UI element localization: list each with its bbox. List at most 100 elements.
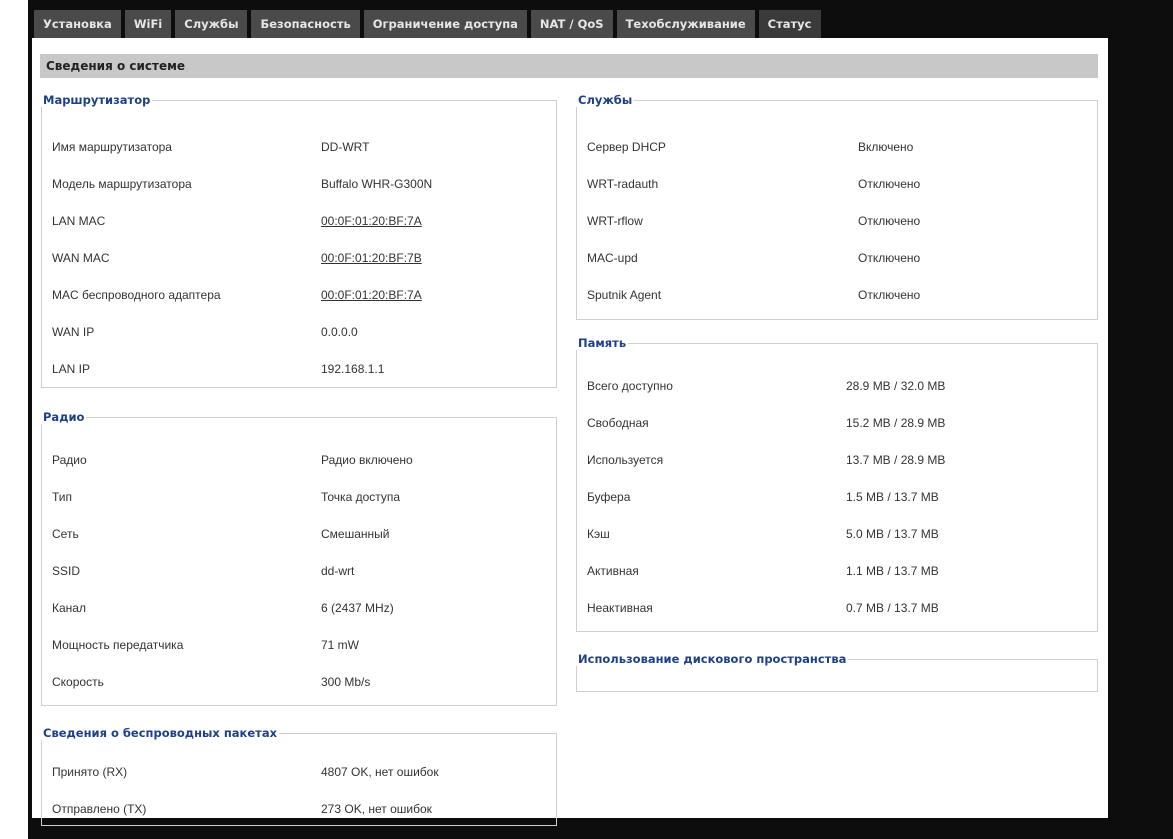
network-mode-value: Смешанный: [321, 527, 390, 541]
wrt-rflow-row: WRT-rflow Отключено: [587, 211, 1091, 231]
mem-total-label: Всего доступно: [587, 379, 673, 393]
network-mode-label: Сеть: [52, 527, 79, 541]
lan-ip-value: 192.168.1.1: [321, 362, 385, 376]
wan-mac-link[interactable]: 00:0F:01:20:BF:7B: [321, 248, 422, 268]
wrt-radauth-status: Отключено: [858, 177, 921, 191]
mem-total-row: Всего доступно 28.9 MB / 32.0 MB: [587, 376, 1091, 396]
radio-type-row: Тип Точка доступа: [52, 487, 550, 507]
mem-cache-value: 5.0 MB / 13.7 MB: [846, 527, 939, 541]
mem-inactive-value: 0.7 MB / 13.7 MB: [846, 601, 939, 615]
mem-used-value: 13.7 MB / 28.9 MB: [846, 453, 946, 467]
mac-upd-label: MAC-upd: [587, 251, 638, 265]
channel-row: Канал 6 (2437 MHz): [52, 598, 550, 618]
tx-row: Отправлено (TX) 273 OK, нет ошибок: [52, 799, 550, 819]
mem-free-row: Свободная 15.2 MB / 28.9 MB: [587, 413, 1091, 433]
router-section: Маршрутизатор Имя маршрутизатора DD-WRT …: [41, 93, 557, 388]
rate-label: Скорость: [52, 675, 104, 689]
mac-upd-status: Отключено: [858, 251, 921, 265]
memory-section: Память Всего доступно 28.9 MB / 32.0 MB …: [576, 336, 1098, 632]
lan-ip-row: LAN IP 192.168.1.1: [52, 359, 550, 379]
radio-section: Радио Радио Радио включено Тип Точка дос…: [41, 410, 557, 706]
mem-buffers-label: Буфера: [587, 490, 631, 504]
router-name-value: DD-WRT: [321, 140, 370, 154]
mem-free-value: 15.2 MB / 28.9 MB: [846, 416, 946, 430]
mem-total-value: 28.9 MB / 32.0 MB: [846, 379, 946, 393]
mac-upd-row: MAC-upd Отключено: [587, 248, 1091, 268]
router-model-row: Модель маршрутизатора Buffalo WHR-G300N: [52, 174, 550, 194]
screen-edge-right: [1110, 0, 1173, 839]
radio-state-row: Радио Радио включено: [52, 450, 550, 470]
radio-section-title: Радио: [43, 410, 85, 424]
lan-mac-label: LAN MAC: [52, 214, 106, 228]
mem-cache-label: Кэш: [587, 527, 610, 541]
services-section-title: Службы: [578, 93, 633, 107]
channel-value: 6 (2437 MHz): [321, 601, 394, 615]
rx-value: 4807 OK, нет ошибок: [321, 765, 439, 779]
tab-setup[interactable]: Установка: [34, 10, 121, 38]
tab-status[interactable]: Статус: [758, 10, 821, 38]
mem-used-label: Используется: [587, 453, 664, 467]
wrt-radauth-label: WRT-radauth: [587, 177, 659, 191]
tab-wifi[interactable]: WiFi: [124, 10, 172, 38]
dhcp-server-label: Сервер DHCP: [587, 140, 666, 154]
router-model-value: Buffalo WHR-G300N: [321, 177, 433, 191]
wireless-mac-label: MAC беспроводного адаптера: [52, 288, 221, 302]
lan-mac-link[interactable]: 00:0F:01:20:BF:7A: [321, 211, 422, 231]
ssid-label: SSID: [52, 564, 81, 578]
sputnik-agent-row: Sputnik Agent Отключено: [587, 285, 1091, 305]
disk-usage-section-title: Использование дискового пространства: [578, 652, 847, 666]
wireless-mac-link[interactable]: 00:0F:01:20:BF:7A: [321, 285, 422, 305]
mem-inactive-label: Неактивная: [587, 601, 653, 615]
mem-buffers-row: Буфера 1.5 MB / 13.7 MB: [587, 487, 1091, 507]
mem-cache-row: Кэш 5.0 MB / 13.7 MB: [587, 524, 1091, 544]
radio-state-label: Радио: [52, 453, 87, 467]
rx-row: Принято (RX) 4807 OK, нет ошибок: [52, 762, 550, 782]
tx-label: Отправлено (TX): [52, 802, 147, 816]
rate-value: 300 Mb/s: [321, 675, 371, 689]
sputnik-agent-status: Отключено: [858, 288, 921, 302]
mem-used-row: Используется 13.7 MB / 28.9 MB: [587, 450, 1091, 470]
tx-value: 273 OK, нет ошибок: [321, 802, 432, 816]
wrt-rflow-label: WRT-rflow: [587, 214, 643, 228]
wireless-mac-row: MAC беспроводного адаптера 00:0F:01:20:B…: [52, 285, 550, 305]
main-nav: Установка WiFi Службы Безопасность Огран…: [34, 10, 825, 38]
wan-mac-row: WAN MAC 00:0F:01:20:BF:7B: [52, 248, 550, 268]
mem-active-label: Активная: [587, 564, 639, 578]
tab-administration[interactable]: Техобслуживание: [616, 10, 755, 38]
lan-mac-row: LAN MAC 00:0F:01:20:BF:7A: [52, 211, 550, 231]
tab-nat-qos[interactable]: NAT / QoS: [530, 10, 613, 38]
mem-active-row: Активная 1.1 MB / 13.7 MB: [587, 561, 1091, 581]
tx-power-label: Мощность передатчика: [52, 638, 184, 652]
tx-power-row: Мощность передатчика 71 mW: [52, 635, 550, 655]
router-model-label: Модель маршрутизатора: [52, 177, 192, 191]
radio-type-label: Тип: [52, 490, 73, 504]
rx-label: Принято (RX): [52, 765, 128, 779]
wrt-rflow-status: Отключено: [858, 214, 921, 228]
wan-ip-value: 0.0.0.0: [321, 325, 358, 339]
mem-buffers-value: 1.5 MB / 13.7 MB: [846, 490, 939, 504]
dhcp-server-status: Включено: [858, 140, 914, 154]
router-name-label: Имя маршрутизатора: [52, 140, 172, 154]
sputnik-agent-label: Sputnik Agent: [587, 288, 662, 302]
wrt-radauth-row: WRT-radauth Отключено: [587, 174, 1091, 194]
mem-active-value: 1.1 MB / 13.7 MB: [846, 564, 939, 578]
router-section-title: Маршрутизатор: [43, 93, 151, 107]
wan-mac-label: WAN MAC: [52, 251, 110, 265]
rate-row: Скорость 300 Mb/s: [52, 672, 550, 692]
router-name-row: Имя маршрутизатора DD-WRT: [52, 137, 550, 157]
router-web-ui: Установка WiFi Службы Безопасность Огран…: [28, 0, 1110, 826]
wireless-packets-section: Сведения о беспроводных пакетах Принято …: [41, 726, 557, 826]
wan-ip-label: WAN IP: [52, 325, 95, 339]
page-title: Сведения о системе: [40, 54, 1098, 78]
disk-usage-section: Использование дискового пространства: [576, 652, 1098, 692]
content-area: Сведения о системе Маршрутизатор Имя мар…: [32, 38, 1108, 826]
radio-state-value: Радио включено: [321, 453, 413, 467]
tab-services[interactable]: Службы: [175, 10, 248, 38]
network-mode-row: Сеть Смешанный: [52, 524, 550, 544]
tab-access-restrictions[interactable]: Ограничение доступа: [363, 10, 527, 38]
tab-security[interactable]: Безопасность: [251, 10, 360, 38]
channel-label: Канал: [52, 601, 86, 615]
mem-inactive-row: Неактивная 0.7 MB / 13.7 MB: [587, 598, 1091, 618]
dhcp-server-row: Сервер DHCP Включено: [587, 137, 1091, 157]
radio-type-value: Точка доступа: [321, 490, 401, 504]
